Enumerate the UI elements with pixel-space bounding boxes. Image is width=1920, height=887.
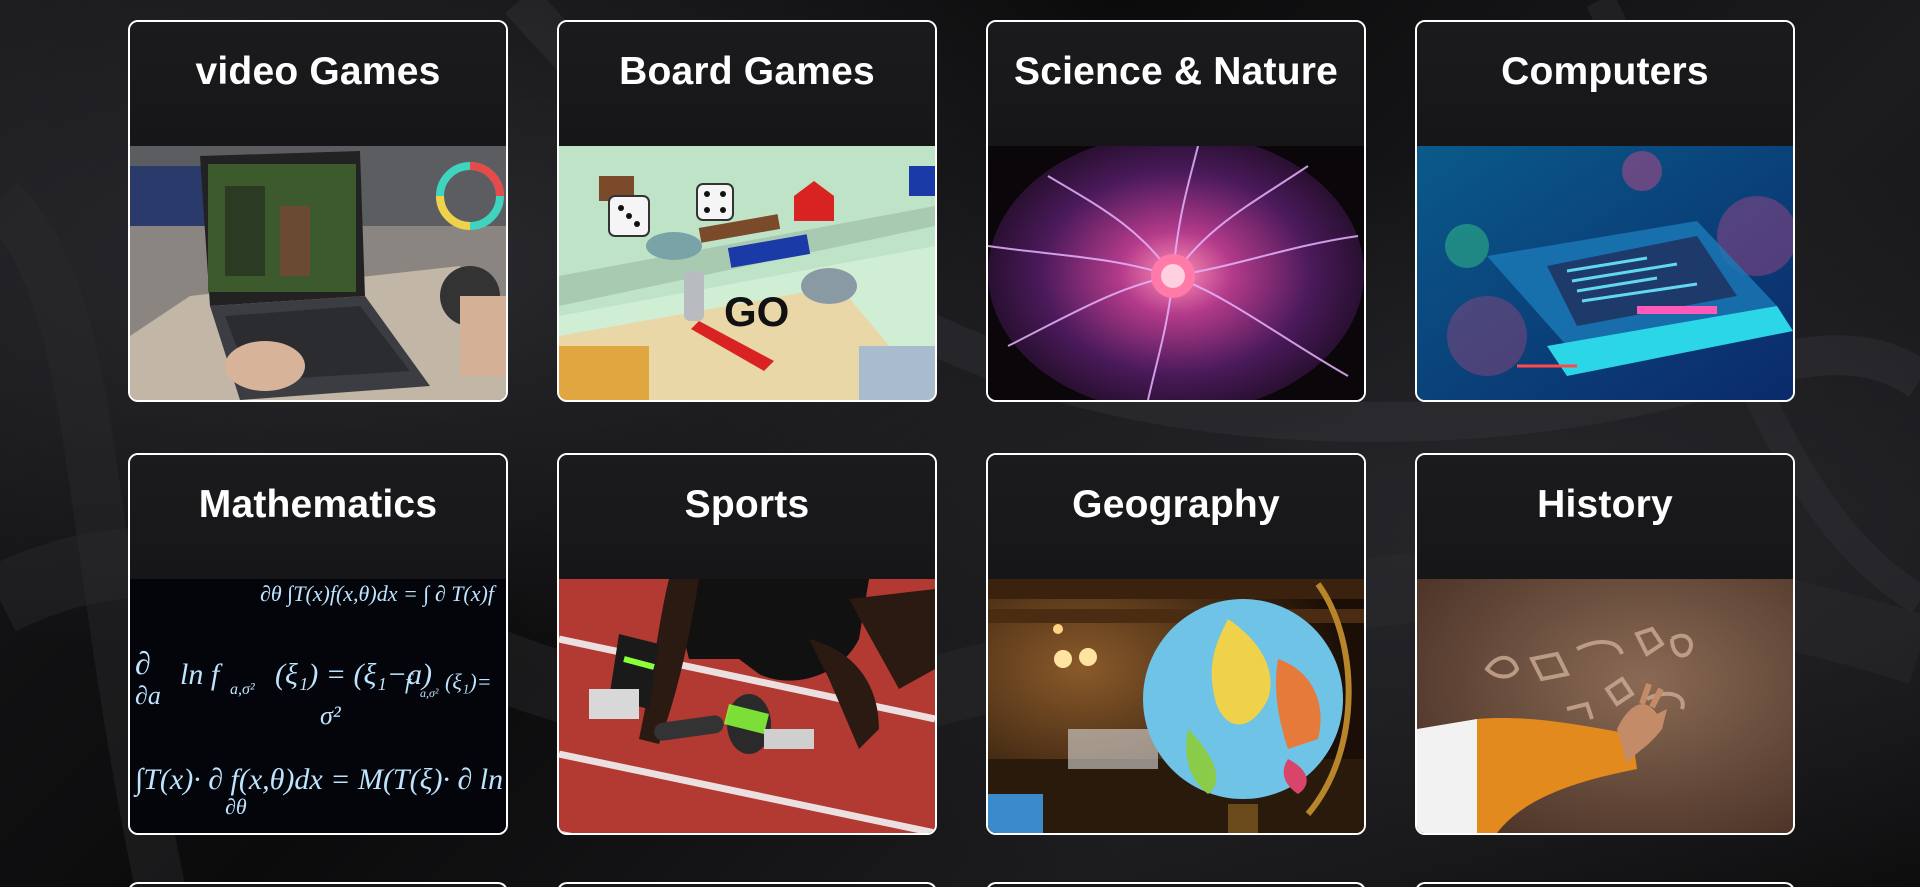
category-card-computers[interactable]: Computers xyxy=(1415,20,1795,402)
svg-text:∂a: ∂a xyxy=(135,681,161,710)
category-card-science-nature[interactable]: Science & Nature xyxy=(986,20,1366,402)
svg-text:∂: ∂ xyxy=(135,645,151,681)
plasma-ball-image xyxy=(988,146,1364,400)
svg-text:∂θ: ∂θ xyxy=(225,794,247,819)
holographic-laptop-image xyxy=(1417,146,1793,400)
category-card-video-games[interactable]: video Games xyxy=(128,20,508,402)
category-title: Mathematics xyxy=(130,455,506,579)
page: video Games Board Games GO Science & Nat… xyxy=(0,0,1920,887)
svg-text:GO: GO xyxy=(724,288,789,335)
svg-text:a,σ²: a,σ² xyxy=(230,681,256,698)
category-card-board-games[interactable]: Board Games GO xyxy=(557,20,937,402)
svg-text:∫T(x)· ∂ f(x,θ)dx = M(T(ξ)· ∂: ∫T(x)· ∂ f(x,θ)dx = M(T(ξ)· ∂ ln L(ξ,θ)) xyxy=(133,763,506,798)
svg-text:σ²: σ² xyxy=(320,701,342,730)
next-row-peek xyxy=(128,882,1795,887)
category-title: Computers xyxy=(1417,22,1793,146)
svg-text:(ξ₁)=: (ξ₁)= xyxy=(445,669,492,694)
category-title: Geography xyxy=(988,455,1364,579)
laptop-gaming-image xyxy=(130,146,506,400)
category-title: History xyxy=(1417,455,1793,579)
category-grid: video Games Board Games GO Science & Nat… xyxy=(128,20,1795,835)
category-card-history[interactable]: History xyxy=(1415,453,1795,835)
category-card-geography[interactable]: Geography xyxy=(986,453,1366,835)
svg-text:∂θ ∫T(x)f(x,θ)dx = ∫ ∂ T(x)f: ∂θ ∫T(x)f(x,θ)dx = ∫ ∂ T(x)f xyxy=(260,581,497,607)
category-card-peek[interactable] xyxy=(1415,882,1795,887)
category-title: Board Games xyxy=(559,22,935,146)
svg-text:ln f: ln f xyxy=(180,658,223,691)
category-card-sports[interactable]: Sports xyxy=(557,453,937,835)
sprinter-track-image xyxy=(559,579,935,833)
category-card-mathematics[interactable]: Mathematics ∂θ ∫T(x)f(x,θ)dx = ∫ ∂ T(x)f… xyxy=(128,453,508,835)
category-title: video Games xyxy=(130,22,506,146)
category-card-peek[interactable] xyxy=(557,882,937,887)
cave-petroglyph-image xyxy=(1417,579,1793,833)
svg-text:a,σ²: a,σ² xyxy=(420,686,439,700)
globe-image xyxy=(988,579,1364,833)
math-equations-image: ∂θ ∫T(x)f(x,θ)dx = ∫ ∂ T(x)f ∂ ∂a ln f a… xyxy=(130,579,506,833)
category-title: Sports xyxy=(559,455,935,579)
monopoly-board-image: GO xyxy=(559,146,935,400)
category-title: Science & Nature xyxy=(988,22,1364,146)
category-card-peek[interactable] xyxy=(128,882,508,887)
category-card-peek[interactable] xyxy=(986,882,1366,887)
